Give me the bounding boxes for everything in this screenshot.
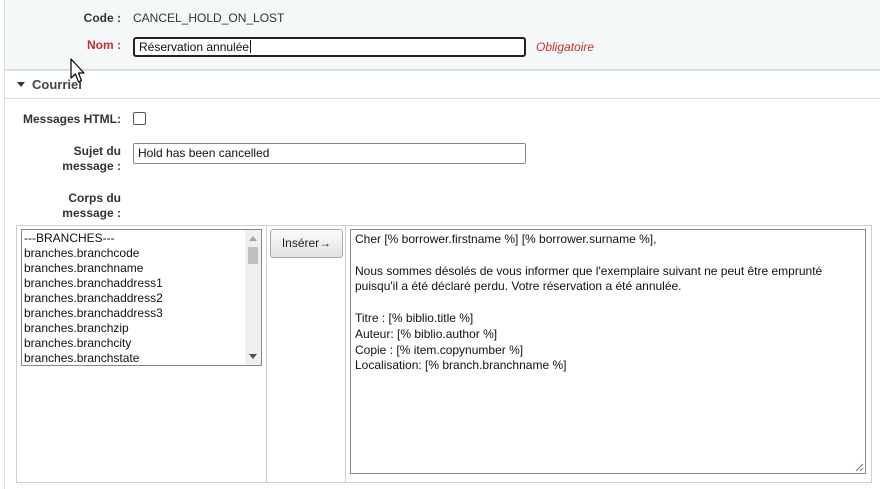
nom-input-value: Réservation annulée	[139, 40, 250, 54]
email-section-header[interactable]: Courriel	[5, 71, 880, 99]
list-item[interactable]: branches.branchcity	[24, 336, 246, 351]
subject-label-line2: message :	[62, 159, 121, 173]
body-line	[355, 248, 860, 264]
body-line: Localisation: [% branch.branchname %]	[355, 358, 567, 373]
body-line: Cher [% borrower.firstname %] [% borrowe…	[355, 232, 657, 246]
body-line: puisqu'il a été déclaré perdu. Votre rés…	[355, 279, 682, 294]
list-item[interactable]: branches.branchzip	[24, 321, 246, 336]
list-item[interactable]: ---BRANCHES---	[24, 231, 246, 246]
body-label-line2: message :	[62, 206, 121, 220]
subject-input[interactable]: Hold has been cancelled	[133, 143, 526, 164]
mouse-pointer-icon	[70, 58, 85, 83]
body-line	[355, 295, 860, 311]
code-label: Code :	[83, 11, 121, 25]
list-item[interactable]: branches.branchstate	[24, 351, 246, 365]
column-divider	[345, 225, 346, 483]
triangle-down-icon[interactable]	[17, 82, 25, 87]
code-value: CANCEL_HOLD_ON_LOST	[133, 11, 285, 25]
column-divider	[266, 225, 267, 483]
scroll-up-arrow-icon[interactable]	[249, 236, 257, 241]
scroll-down-arrow-icon[interactable]	[249, 354, 257, 359]
body-line: Nous sommes désolés de vous informer que…	[355, 263, 823, 278]
list-item[interactable]: branches.branchname	[24, 261, 246, 276]
list-item[interactable]: branches.branchaddress1	[24, 276, 246, 291]
body-line: Auteur: [% biblio.author %]	[355, 326, 498, 341]
body-label-line1: Corps du	[68, 191, 121, 205]
body-line: Copie : [% item.copynumber %]	[355, 342, 524, 357]
resize-grip-icon[interactable]	[855, 463, 864, 472]
listbox-scrollbar[interactable]	[245, 230, 261, 365]
message-body-textarea[interactable]: Cher [% borrower.firstname %] [% borrowe…	[350, 229, 866, 474]
list-item[interactable]: branches.branchcode	[24, 246, 246, 261]
insert-button[interactable]: Insérer→	[270, 229, 343, 258]
nom-input[interactable]: Réservation annulée	[133, 37, 526, 57]
nom-label: Nom :	[87, 38, 121, 52]
list-item[interactable]: branches.branchaddress3	[24, 306, 246, 321]
scrollbar-thumb[interactable]	[248, 247, 258, 264]
subject-label-line1: Sujet du	[73, 144, 121, 158]
subject-label: Sujet du message :	[0, 144, 121, 174]
fields-listbox[interactable]: ---BRANCHES--- branches.branchcode branc…	[21, 229, 262, 366]
html-messages-label: Messages HTML:	[22, 112, 121, 126]
body-line: Titre : [% biblio.title %]	[355, 310, 474, 325]
html-messages-checkbox[interactable]	[133, 112, 146, 125]
text-caret	[250, 40, 252, 53]
body-label: Corps du message :	[0, 191, 121, 221]
required-indicator: Obligatoire	[536, 40, 595, 54]
list-item[interactable]: branches.branchaddress2	[24, 291, 246, 306]
